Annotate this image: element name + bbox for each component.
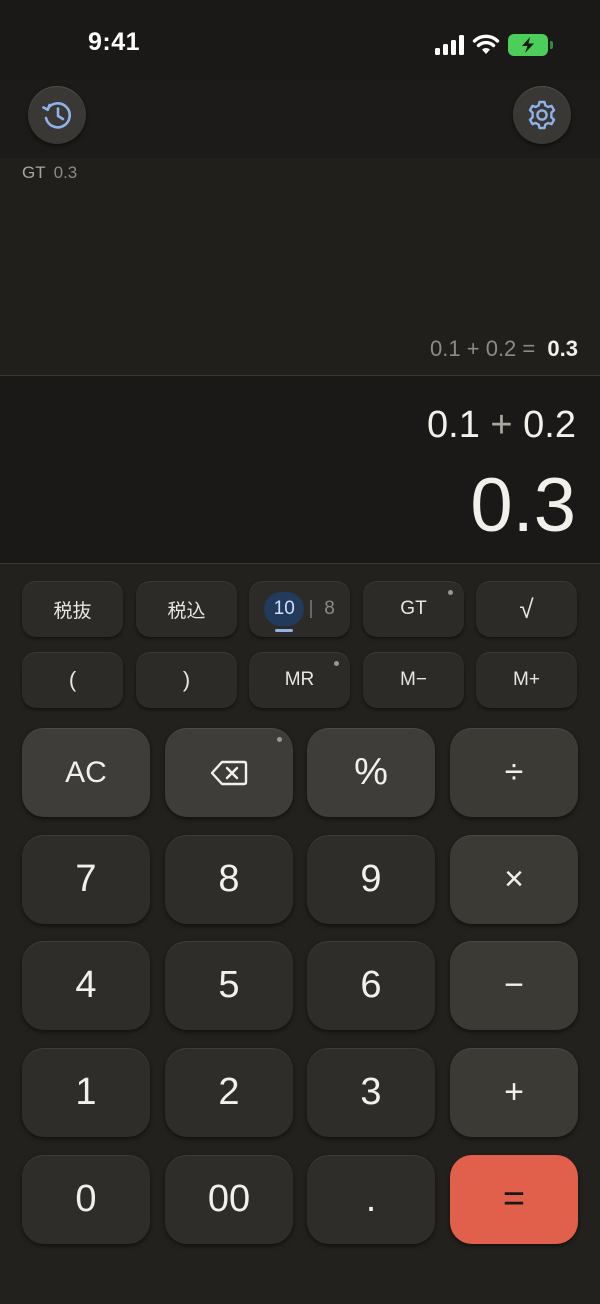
base-8-option[interactable]: 8 (324, 598, 335, 620)
indicator-dot (448, 590, 453, 595)
square-root-button[interactable]: √ (476, 581, 577, 637)
digit-3-button[interactable]: 3 (307, 1048, 435, 1137)
open-paren-button[interactable]: ( (22, 652, 123, 708)
digit-2-button[interactable]: 2 (165, 1048, 293, 1137)
top-toolbar (0, 80, 600, 158)
history-button[interactable] (28, 86, 86, 144)
history-icon (42, 102, 71, 129)
equals-button[interactable]: = (450, 1155, 578, 1244)
digit-6-button[interactable]: 6 (307, 941, 435, 1030)
history-entry-result: 0.3 (547, 336, 578, 361)
expression-lhs: 0.1 (427, 404, 480, 446)
history-entry[interactable]: 0.1 + 0.2 = 0.3 (430, 336, 578, 362)
digit-8-button[interactable]: 8 (165, 835, 293, 924)
wifi-icon (472, 34, 500, 54)
digit-1-button[interactable]: 1 (22, 1048, 150, 1137)
cellular-signal-icon (435, 35, 464, 55)
base-separator (310, 600, 313, 618)
gear-icon (528, 100, 556, 130)
memory-recall-label: MR (284, 669, 315, 690)
backspace-button[interactable] (165, 728, 293, 817)
digit-5-button[interactable]: 5 (165, 941, 293, 1030)
status-bar: 9:41 (0, 0, 600, 80)
grand-total-button-label: GT (400, 598, 427, 619)
current-expression: 0.1 + 0.2 (427, 404, 576, 447)
indicator-dot (334, 661, 339, 666)
memory-plus-button[interactable]: M+ (476, 652, 577, 708)
history-entry-operator: + (466, 336, 480, 361)
grand-total-value: 0.3 (53, 163, 78, 182)
multiply-button[interactable]: × (450, 835, 578, 924)
history-entry-lhs: 0.1 (430, 336, 461, 361)
digit-0-button[interactable]: 0 (22, 1155, 150, 1244)
digit-9-button[interactable]: 9 (307, 835, 435, 924)
base-10-option[interactable]: 10 (264, 592, 305, 632)
current-result: 0.3 (470, 463, 576, 548)
memory-minus-button[interactable]: M− (363, 652, 464, 708)
percent-button[interactable]: % (307, 728, 435, 817)
divide-button[interactable]: ÷ (450, 728, 578, 817)
close-paren-button[interactable]: ) (136, 652, 237, 708)
history-entry-rhs: 0.2 (485, 336, 517, 361)
decimal-point-button[interactable]: . (307, 1155, 435, 1244)
number-base-toggle[interactable]: 10 8 (249, 581, 350, 637)
grand-total-line: GT 0.3 (22, 163, 77, 183)
backspace-icon (210, 760, 248, 785)
subtract-button[interactable]: − (450, 941, 578, 1030)
expression-rhs: 0.2 (523, 404, 576, 446)
grand-total-label: GT (22, 163, 46, 182)
expression-operator: + (490, 404, 513, 446)
battery-charging-icon (508, 34, 553, 56)
digit-7-button[interactable]: 7 (22, 835, 150, 924)
grand-total-button[interactable]: GT (363, 581, 464, 637)
digit-4-button[interactable]: 4 (22, 941, 150, 1030)
tax-included-button[interactable]: 税込 (136, 581, 237, 637)
add-button[interactable]: + (450, 1048, 578, 1137)
memory-recall-button[interactable]: MR (249, 652, 350, 708)
double-zero-button[interactable]: 00 (165, 1155, 293, 1244)
all-clear-button[interactable]: AC (22, 728, 150, 817)
indicator-dot (277, 737, 282, 742)
tax-excluded-button[interactable]: 税抜 (22, 581, 123, 637)
history-entry-equals: = (522, 336, 536, 361)
status-time: 9:41 (88, 28, 141, 56)
settings-button[interactable] (513, 86, 571, 144)
status-icons (435, 31, 553, 59)
